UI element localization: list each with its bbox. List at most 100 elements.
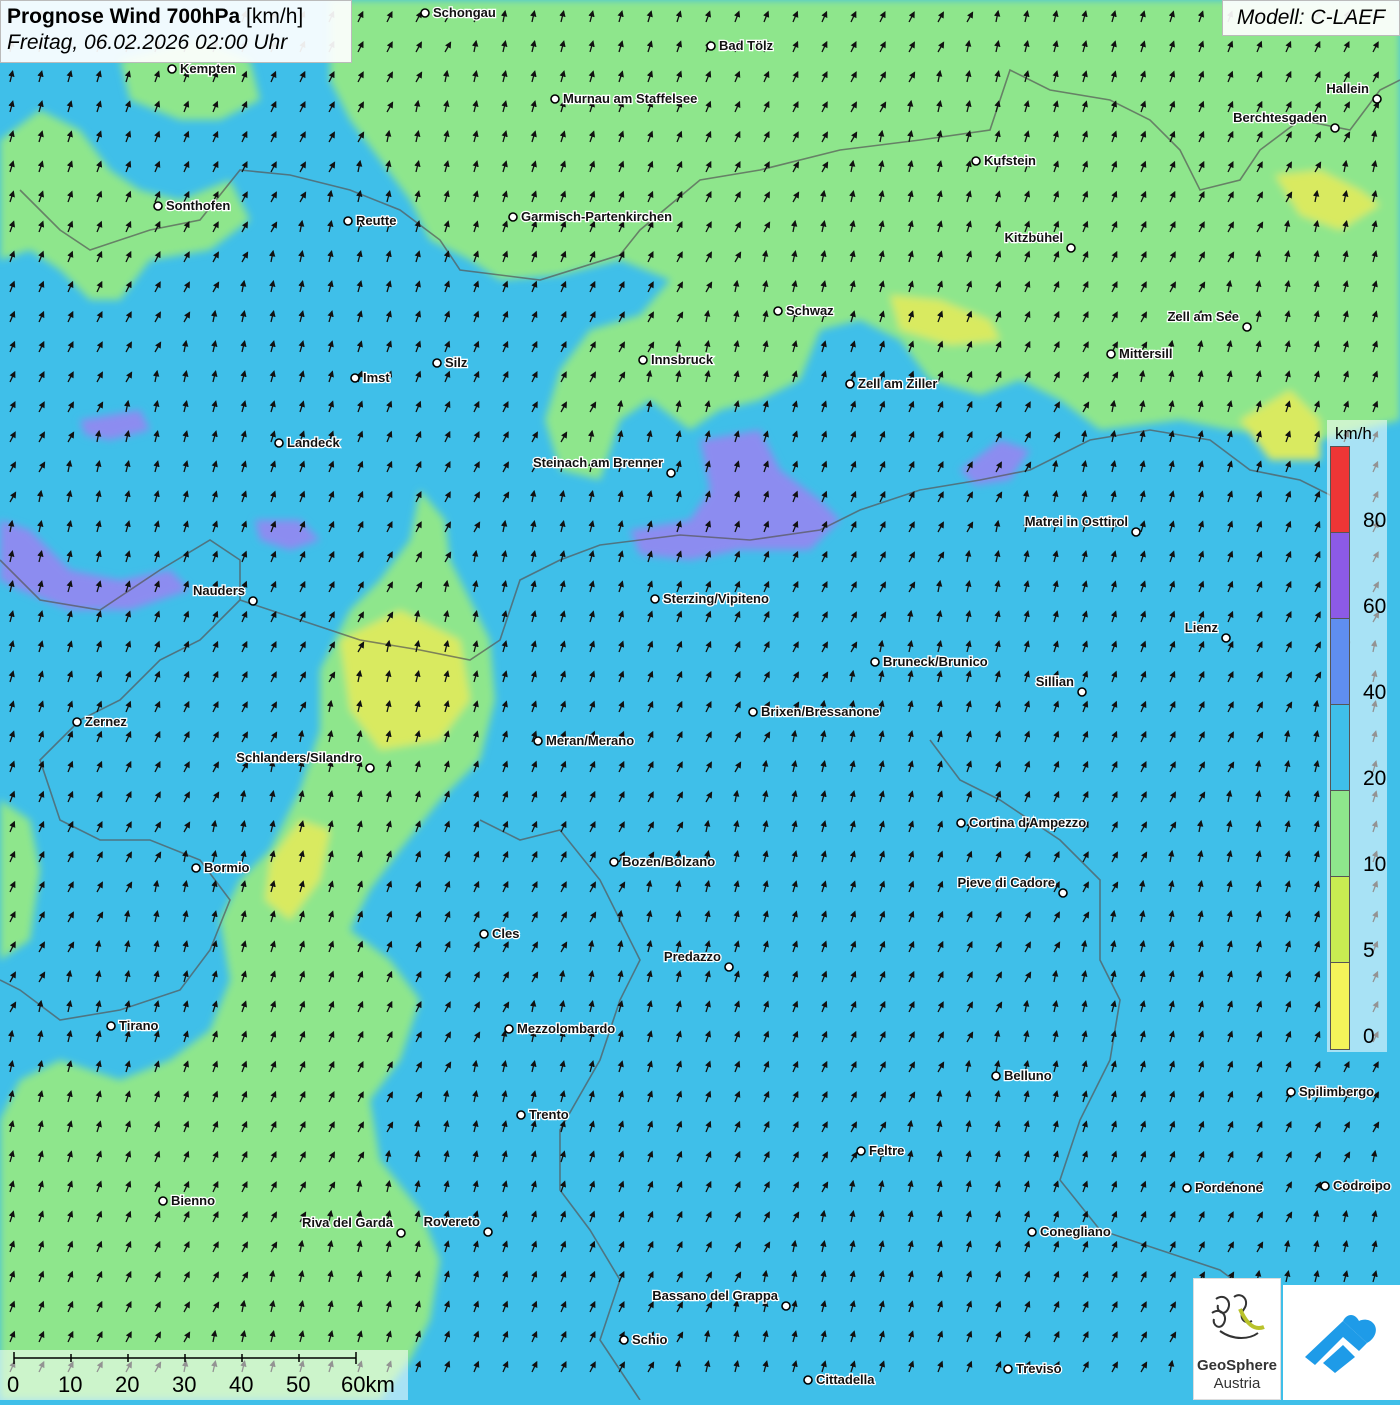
city-dot bbox=[666, 468, 676, 478]
legend-bin-60-80 bbox=[1330, 532, 1350, 620]
city-dot bbox=[533, 736, 543, 746]
geosphere-logo[interactable]: GeoSphere Austria bbox=[1193, 1278, 1281, 1400]
city-marker: Brixen/Bressanone bbox=[748, 703, 881, 720]
city-dot bbox=[870, 657, 880, 667]
city-label: Schlanders/Silandro bbox=[236, 750, 362, 765]
city-dot bbox=[1286, 1087, 1296, 1097]
city-marker: Schongau bbox=[420, 4, 497, 21]
legend-tick: 40 bbox=[1363, 681, 1387, 704]
legend-bin-0-5 bbox=[1330, 962, 1350, 1050]
city-label: Kufstein bbox=[984, 153, 1036, 168]
legend-tick: 20 bbox=[1363, 767, 1387, 790]
map-title: Prognose Wind 700hPa [km/h] bbox=[7, 5, 304, 28]
weather-app-logo[interactable] bbox=[1283, 1285, 1400, 1400]
city-dot bbox=[1058, 888, 1068, 898]
city-dot bbox=[1131, 527, 1141, 537]
city-label: Schongau bbox=[433, 5, 496, 20]
city-dot bbox=[420, 8, 430, 18]
title-box: Prognose Wind 700hPa [km/h] Freitag, 06.… bbox=[0, 0, 352, 63]
city-dot bbox=[1003, 1364, 1013, 1374]
city-label: Bassano del Grappa bbox=[652, 1288, 778, 1303]
forecast-datetime: Freitag, 06.02.2026 02:00 Uhr bbox=[7, 31, 288, 54]
city-label: Sonthofen bbox=[166, 198, 230, 213]
scale-tick: 30 bbox=[172, 1372, 197, 1397]
city-label: Zernez bbox=[85, 714, 127, 729]
wind-map: Schongau Bad Tölz Kempten Murnau am Staffel… bbox=[0, 0, 1400, 1400]
city-marker: Meran/Merano bbox=[533, 732, 635, 749]
city-label: Zell am Ziller bbox=[858, 376, 937, 391]
city-dot bbox=[550, 94, 560, 104]
city-label: Cortina d'Ampezzo bbox=[969, 815, 1086, 830]
city-dot bbox=[72, 717, 82, 727]
city-marker: Innsbruck bbox=[638, 351, 715, 368]
city-label: Pieve di Cadore bbox=[957, 875, 1055, 890]
scale-tick: 40 bbox=[229, 1372, 254, 1397]
scale-tick: 0 bbox=[7, 1372, 20, 1397]
scale-tick: 60km bbox=[341, 1372, 395, 1397]
title-unit: [km/h] bbox=[246, 5, 304, 28]
city-dot bbox=[845, 379, 855, 389]
city-dot bbox=[508, 212, 518, 222]
city-label: Bozen/Bolzano bbox=[622, 854, 715, 869]
city-dot bbox=[167, 64, 177, 74]
city-dot bbox=[274, 438, 284, 448]
city-marker: Garmisch-Partenkirchen bbox=[508, 208, 673, 225]
city-marker: Bozen/Bolzano bbox=[609, 853, 716, 870]
city-dot bbox=[706, 41, 716, 51]
city-label: Rovereto bbox=[424, 1214, 480, 1229]
city-dot bbox=[650, 594, 660, 604]
city-dot bbox=[1027, 1227, 1037, 1237]
legend-tick: 10 bbox=[1363, 853, 1387, 876]
color-legend: km/h 80 60 40 20 10 5 0 bbox=[1327, 420, 1387, 1052]
scale-tick: 10 bbox=[58, 1372, 83, 1397]
city-dot bbox=[773, 306, 783, 316]
city-dot bbox=[343, 216, 353, 226]
city-label: Sterzing/Vipiteno bbox=[663, 591, 769, 606]
city-marker: Bruneck/Brunico bbox=[870, 653, 989, 670]
city-label: Feltre bbox=[869, 1143, 904, 1158]
city-dot bbox=[724, 962, 734, 972]
city-dot bbox=[1330, 123, 1340, 133]
city-label: Imst bbox=[363, 370, 390, 385]
city-dot bbox=[619, 1335, 629, 1345]
city-label: Cittadella bbox=[816, 1372, 875, 1387]
city-label: Kitzbühel bbox=[1005, 230, 1064, 245]
city-label: Sillian bbox=[1036, 674, 1074, 689]
city-dot bbox=[504, 1024, 514, 1034]
city-dot bbox=[609, 857, 619, 867]
geosphere-country: Austria bbox=[1213, 1375, 1261, 1392]
city-label: Zell am See bbox=[1167, 309, 1239, 324]
city-marker: Pordenone bbox=[1182, 1179, 1264, 1196]
city-label: Mittersill bbox=[1119, 346, 1172, 361]
legend-bin-20-40 bbox=[1330, 704, 1350, 792]
city-label: Spilimbergo bbox=[1299, 1084, 1374, 1099]
city-label: Meran/Merano bbox=[546, 733, 634, 748]
city-label: Bruneck/Brunico bbox=[883, 654, 988, 669]
legend-bin-10-20 bbox=[1330, 790, 1350, 878]
scale-tick: 20 bbox=[115, 1372, 140, 1397]
city-dot bbox=[638, 355, 648, 365]
city-label: Steinach am Brenner bbox=[533, 455, 663, 470]
city-label: Bad Tölz bbox=[719, 38, 774, 53]
city-label: Bienno bbox=[171, 1193, 215, 1208]
city-label: Predazzo bbox=[664, 949, 721, 964]
city-dot bbox=[248, 596, 258, 606]
city-label: Tirano bbox=[119, 1018, 159, 1033]
city-dot bbox=[191, 863, 201, 873]
legend-tick: 80 bbox=[1363, 509, 1387, 532]
city-label: Matrei in Osttirol bbox=[1025, 514, 1128, 529]
city-dot bbox=[153, 201, 163, 211]
city-label: Berchtesgaden bbox=[1233, 110, 1327, 125]
legend-bin-80plus bbox=[1330, 446, 1350, 534]
city-label: Schio bbox=[632, 1332, 667, 1347]
city-label: Hallein bbox=[1326, 81, 1369, 96]
city-dot bbox=[158, 1196, 168, 1206]
city-dot bbox=[350, 373, 360, 383]
legend-unit: km/h bbox=[1335, 424, 1372, 443]
city-label: Brixen/Bressanone bbox=[761, 704, 880, 719]
city-marker: Mezzolombardo bbox=[504, 1020, 617, 1037]
city-dot bbox=[1242, 322, 1252, 332]
city-dot bbox=[1182, 1183, 1192, 1193]
city-dot bbox=[1372, 94, 1382, 104]
city-marker: Cortina d'Ampezzo bbox=[956, 814, 1088, 831]
